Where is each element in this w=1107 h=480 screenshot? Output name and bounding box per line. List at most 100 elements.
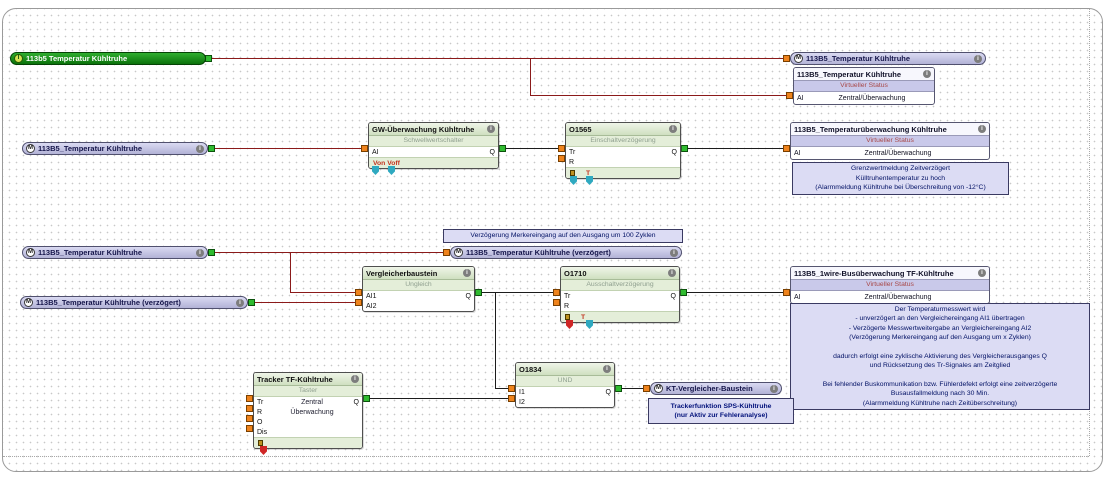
- status-block-temperaturueberwachung[interactable]: 113B5_Temperaturüberwachung Kühltruhe i …: [790, 122, 990, 160]
- note-grenzwertmeldung[interactable]: Grenzwertmeldung Zeitverzögert Külltruhe…: [792, 162, 1009, 195]
- block-subtitle: Ausschaltverzögerung: [561, 280, 679, 291]
- input-port[interactable]: [643, 385, 650, 392]
- input-port[interactable]: [355, 289, 362, 296]
- merker-pill-temp-top[interactable]: M 113B5_Temperatur Kühltruhe i: [790, 52, 986, 65]
- input-port[interactable]: [508, 385, 515, 392]
- wire-binary: [495, 292, 496, 389]
- info-icon[interactable]: i: [923, 70, 931, 78]
- info-icon[interactable]: i: [603, 365, 611, 373]
- block-title: Vergleicherbaustein: [366, 268, 438, 278]
- note-line: Bei fehlender Buskommunikation bzw. Fühl…: [822, 380, 1058, 388]
- input-label: Tr: [564, 292, 571, 300]
- block-subtitle: Virtueller Status: [791, 280, 989, 291]
- merker-pill-temp-left-1[interactable]: M 113B5_Temperatur Kühltruhe i: [22, 142, 208, 155]
- input-port[interactable]: [553, 289, 560, 296]
- input-port[interactable]: [361, 145, 368, 152]
- input-port[interactable]: [246, 425, 253, 432]
- wire-analog: [215, 252, 443, 253]
- pill-label: KT-Vergleicher-Baustein: [666, 384, 753, 393]
- input-port[interactable]: [246, 405, 253, 412]
- merker-pill-temp-delayed-mid[interactable]: M 113B5_Temperatur Kühltruhe (verzögert)…: [450, 246, 682, 259]
- input-pill-temperatur[interactable]: I 113b5 Temperatur Kühltruhe: [10, 52, 206, 65]
- input-label: AI1: [366, 292, 377, 300]
- note-trackerfunktion[interactable]: Trackerfunktion SPS-Kühltruhe (nur Aktiv…: [648, 398, 794, 424]
- input-port[interactable]: [246, 415, 253, 422]
- info-icon[interactable]: i: [196, 248, 204, 257]
- merker-pill-kt-vergleicher[interactable]: M KT-Vergleicher-Baustein i: [650, 382, 782, 395]
- output-port[interactable]: [681, 145, 688, 152]
- block-o1710-ausschaltverzoegerung[interactable]: O1710 i Ausschaltverzögerung Tr Q R T: [560, 266, 680, 323]
- input-label: Tr: [569, 148, 576, 156]
- status-block-temperatur[interactable]: 113B5_Temperatur Kühltruhe i Virtueller …: [793, 67, 935, 105]
- input-label: O: [257, 418, 263, 426]
- info-icon[interactable]: i: [770, 384, 778, 393]
- info-icon[interactable]: i: [463, 269, 471, 277]
- block-title: GW-Überwachung Kühltruhe: [372, 124, 475, 134]
- parameter-icon[interactable]: [570, 170, 575, 176]
- note-delay-banner[interactable]: Verzögerung Merkereingang auf den Ausgan…: [443, 229, 683, 243]
- block-title: O1834: [519, 364, 542, 374]
- output-port[interactable]: [615, 385, 622, 392]
- input-label: R: [569, 158, 575, 166]
- block-tracker-tf-kuehltruhe[interactable]: Tracker TF-Kühltruhe i Taster Tr Zentral…: [253, 372, 363, 449]
- output-port[interactable]: [499, 145, 506, 152]
- info-icon[interactable]: i: [487, 125, 495, 133]
- pill-label: 113B5_Temperatur Kühltruhe (verzögert): [36, 298, 181, 307]
- input-port[interactable]: [558, 145, 565, 152]
- input-port[interactable]: [246, 395, 253, 402]
- input-port[interactable]: [786, 92, 793, 99]
- wire-binary: [495, 388, 508, 389]
- block-title: 113B5_1wire-Busüberwachung TF-Kühltruhe: [794, 268, 954, 278]
- parameter-icon[interactable]: [258, 440, 263, 446]
- output-port[interactable]: [248, 299, 255, 306]
- info-icon[interactable]: i: [978, 125, 986, 133]
- input-port[interactable]: [558, 155, 565, 162]
- note-line: (Verzögerung Merkereingang auf den Ausga…: [849, 334, 1031, 342]
- note-line: Trackerfunktion SPS-Kühltruhe: [670, 402, 772, 410]
- block-o1565-einschaltverzoegerung[interactable]: O1565 i Einschaltverzögerung Tr Q R T: [565, 122, 681, 179]
- output-port[interactable]: [475, 289, 482, 296]
- output-port[interactable]: [205, 55, 212, 62]
- info-icon[interactable]: i: [974, 54, 982, 63]
- input-port[interactable]: [783, 55, 790, 62]
- block-subtitle: Taster: [254, 386, 362, 397]
- merker-badge-icon: M: [26, 248, 35, 257]
- input-port[interactable]: [783, 289, 790, 296]
- wire-binary: [482, 292, 553, 293]
- info-icon[interactable]: i: [978, 269, 986, 277]
- block-title: O1565: [569, 124, 592, 134]
- info-icon[interactable]: i: [236, 298, 244, 307]
- info-icon[interactable]: i: [670, 248, 678, 257]
- status-value: Zentral/Überwachung: [864, 149, 932, 157]
- parameter-icon[interactable]: [565, 314, 570, 320]
- block-gw-ueberwachung[interactable]: GW-Überwachung Kühltruhe i Schwellwertsc…: [368, 122, 499, 169]
- info-icon[interactable]: i: [669, 125, 677, 133]
- input-port[interactable]: [508, 395, 515, 402]
- wire-analog: [290, 252, 291, 293]
- note-description[interactable]: Der Temperaturmesswert wird - unverzöger…: [790, 303, 1090, 410]
- merker-pill-temp-delayed-left[interactable]: M 113B5_Temperatur Kühltruhe (verzögert)…: [20, 296, 248, 309]
- input-port[interactable]: [355, 299, 362, 306]
- status-block-1wire-busueberwachung[interactable]: 113B5_1wire-Busüberwachung TF-Kühltruhe …: [790, 266, 990, 304]
- info-icon[interactable]: i: [196, 144, 204, 153]
- wire-analog: [530, 95, 786, 96]
- output-port[interactable]: [680, 289, 687, 296]
- status-value: Zentral/Überwachung: [864, 293, 932, 301]
- port-label: AI: [797, 94, 804, 102]
- wire-binary: [688, 148, 783, 149]
- note-line: und Rücksetzung des Tr-Signales am Zeitg…: [869, 362, 1011, 370]
- merker-pill-temp-left-2[interactable]: M 113B5_Temperatur Kühltruhe i: [22, 246, 208, 259]
- input-label: I2: [519, 398, 525, 406]
- wire-analog: [530, 58, 531, 95]
- info-icon[interactable]: i: [351, 375, 359, 383]
- block-vergleicherbaustein[interactable]: Vergleicherbaustein i Ungleich AI1 Q AI2: [362, 266, 475, 312]
- output-port[interactable]: [208, 249, 215, 256]
- input-port[interactable]: [553, 299, 560, 306]
- info-icon[interactable]: i: [668, 269, 676, 277]
- block-o1834-und[interactable]: O1834 i UND I1 Q I2: [515, 362, 615, 408]
- output-port[interactable]: [208, 145, 215, 152]
- note-line: (nur Aktiv zur Fehleranalyse): [674, 412, 768, 419]
- input-port[interactable]: [443, 249, 450, 256]
- output-port[interactable]: [363, 395, 370, 402]
- input-port[interactable]: [783, 145, 790, 152]
